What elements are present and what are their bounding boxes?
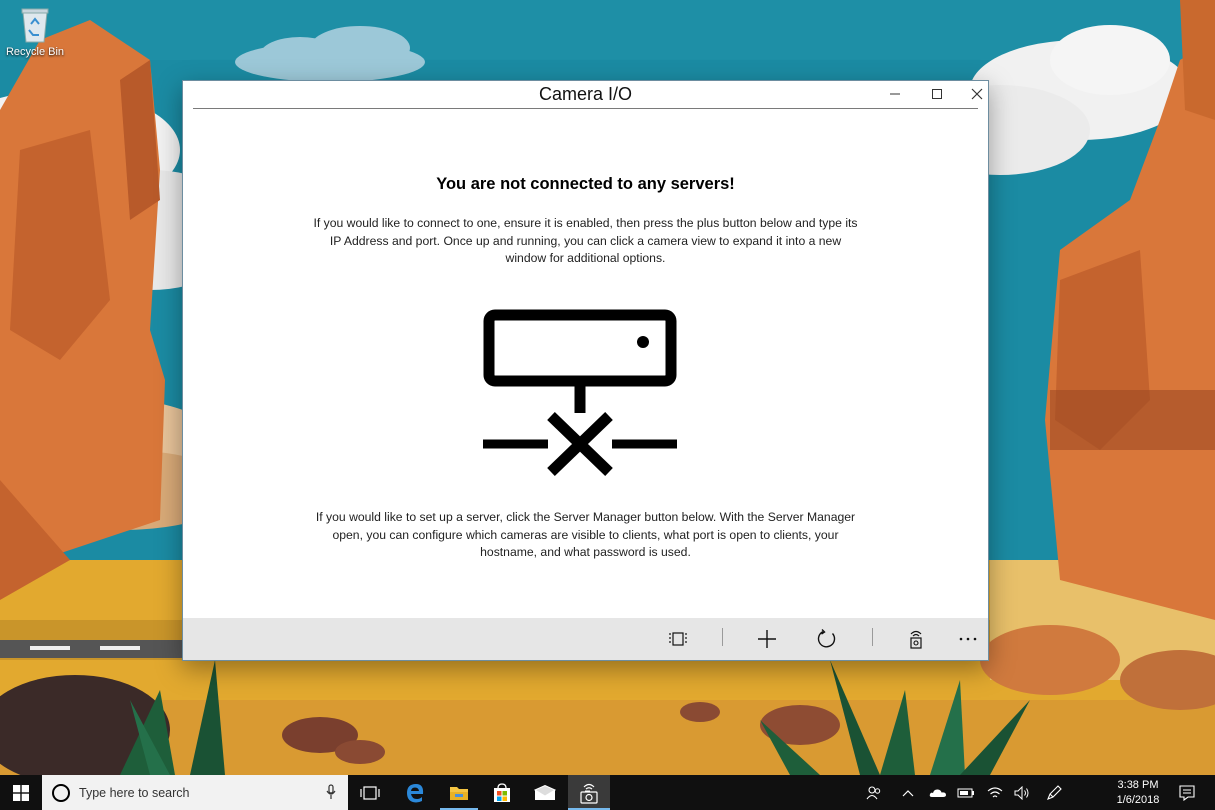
view-layout-button[interactable] <box>663 625 693 653</box>
app-window: Camera I/O You are not connected to any … <box>182 80 989 661</box>
clock-date: 1/6/2018 <box>1116 794 1160 806</box>
search-placeholder: Type here to search <box>79 785 190 800</box>
cortana-icon <box>52 783 70 802</box>
battery-button[interactable] <box>954 775 978 810</box>
file-explorer-icon <box>450 786 468 800</box>
desktop-icon-label: Recycle Bin <box>5 46 65 58</box>
pen-icon <box>1047 784 1062 800</box>
volume-button[interactable] <box>1010 775 1034 810</box>
task-view-button[interactable] <box>352 775 388 810</box>
refresh-button[interactable] <box>812 625 842 653</box>
maximize-button[interactable] <box>921 83 953 107</box>
command-separator <box>722 628 723 646</box>
server-disconnected-icon <box>483 309 677 476</box>
taskbar-edge[interactable] <box>396 775 434 810</box>
empty-state-heading: You are not connected to any servers! <box>436 175 735 193</box>
command-bar <box>183 618 988 660</box>
windows-logo-icon <box>13 784 29 801</box>
camera-io-icon <box>580 783 598 804</box>
network-button[interactable] <box>983 775 1007 810</box>
microphone-icon[interactable] <box>326 784 336 800</box>
store-icon <box>494 782 510 802</box>
minimize-button[interactable] <box>879 83 911 107</box>
mail-icon <box>534 784 556 800</box>
desktop-icon-recycle-bin[interactable]: Recycle Bin <box>4 4 66 58</box>
system-clock[interactable]: 3:38 PM 1/6/2018 <box>1108 778 1168 808</box>
edge-icon <box>407 783 424 802</box>
taskbar-camera-io[interactable] <box>568 775 610 810</box>
wifi-icon <box>987 786 1003 797</box>
onedrive-icon <box>929 788 946 797</box>
search-box[interactable]: Type here to search <box>42 775 348 810</box>
onedrive-button[interactable] <box>926 775 950 810</box>
taskbar: Type here to search 3:38 PM 1/6/2018 <box>0 775 1215 810</box>
main-content: You are not connected to any servers! If… <box>183 109 988 619</box>
minimize-icon <box>890 93 900 95</box>
command-separator <box>872 628 873 646</box>
title-bar[interactable]: Camera I/O <box>193 81 983 109</box>
chevron-up-icon <box>902 789 914 796</box>
add-icon <box>758 630 776 648</box>
server-manager-instructions: If you would like to set up a server, cl… <box>315 510 856 559</box>
add-server-button[interactable] <box>752 625 782 653</box>
taskbar-store[interactable] <box>483 775 521 810</box>
window-title: Camera I/O <box>538 84 633 104</box>
recycle-bin-icon <box>17 4 53 44</box>
show-hidden-icons-button[interactable] <box>897 775 919 810</box>
close-icon <box>971 88 983 100</box>
taskbar-file-explorer[interactable] <box>440 775 478 810</box>
maximize-icon <box>932 89 942 99</box>
refresh-icon <box>817 629 836 648</box>
battery-icon <box>957 788 974 797</box>
clock-time: 3:38 PM <box>1117 779 1159 791</box>
task-view-icon <box>360 785 380 800</box>
view-layout-icon <box>669 632 687 646</box>
people-icon <box>866 785 881 799</box>
close-button[interactable] <box>961 83 993 107</box>
people-button[interactable] <box>862 775 886 810</box>
notifications-icon <box>1179 784 1195 801</box>
more-icon <box>959 637 977 641</box>
windows-ink-button[interactable] <box>1042 775 1066 810</box>
taskbar-mail[interactable] <box>526 775 564 810</box>
more-options-button[interactable] <box>953 625 983 653</box>
volume-icon <box>1014 785 1029 800</box>
server-manager-button[interactable] <box>901 625 931 653</box>
server-manager-icon <box>910 630 922 649</box>
start-button[interactable] <box>0 775 42 810</box>
connect-instructions: If you would like to connect to one, ens… <box>313 216 858 265</box>
action-center-button[interactable] <box>1174 775 1200 810</box>
